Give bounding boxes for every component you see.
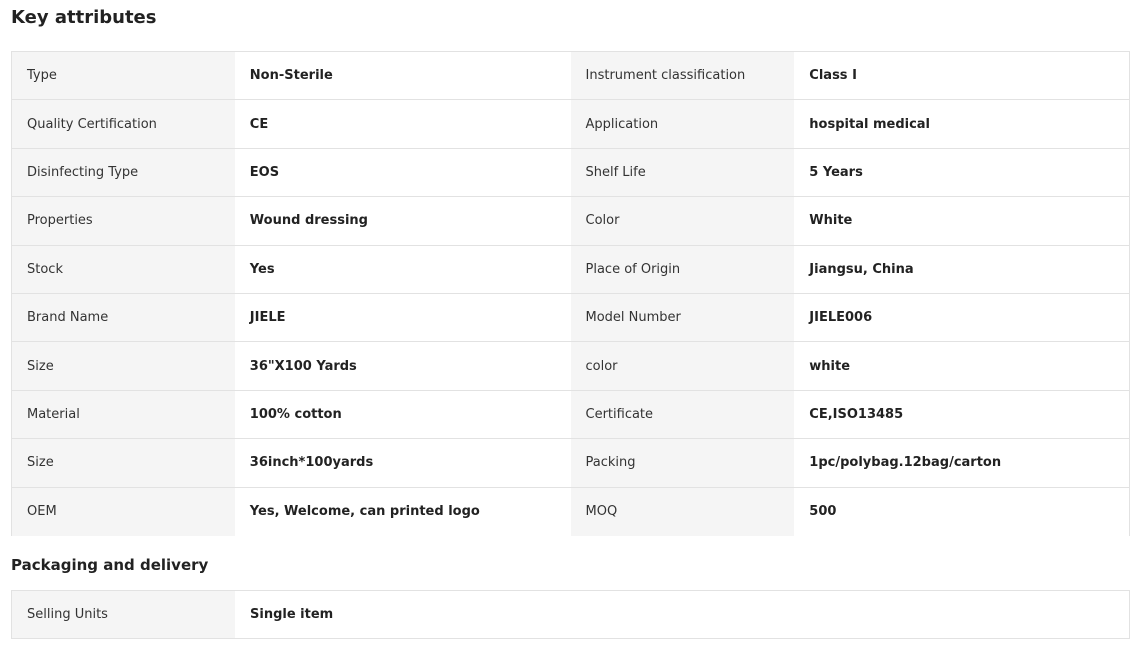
attribute-label: Properties (12, 197, 235, 245)
attribute-label: Disinfecting Type (12, 148, 235, 197)
attribute-value: JIELE (234, 293, 571, 342)
packaging-row: Selling Units Single item (12, 591, 1129, 638)
attribute-label: Packing (570, 439, 795, 487)
attribute-value: Non-Sterile (234, 52, 571, 100)
attribute-value: 500 (794, 487, 1129, 536)
attribute-value: Class I (794, 52, 1129, 100)
attribute-value: Jiangsu, China (794, 245, 1129, 293)
attribute-label: Size (12, 342, 235, 390)
attribute-value: EOS (234, 148, 571, 197)
attribute-row: Material 100% cotton Certificate CE,ISO1348… (12, 390, 1129, 440)
attribute-row: OEM Yes, Welcome, can printed logo MOQ 500 (12, 487, 1129, 536)
attribute-label: Model Number (570, 293, 795, 342)
attribute-value: Yes, Welcome, can printed logo (234, 487, 571, 536)
attribute-row: Stock Yes Place of Origin Jiangsu, China (12, 245, 1129, 294)
attribute-row: Brand Name JIELE Model Number JIELE006 (12, 293, 1129, 343)
packaging-label: Selling Units (12, 591, 235, 638)
key-attributes-title: Key attributes (11, 7, 157, 28)
attribute-label: color (570, 342, 795, 390)
attribute-value: 36inch*100yards (234, 439, 571, 487)
attribute-row: Properties Wound dressing Color White (12, 197, 1129, 246)
attribute-value: 100% cotton (234, 390, 571, 439)
attribute-label: Instrument classification (570, 52, 795, 100)
attribute-value: hospital medical (794, 100, 1129, 148)
product-attributes-page: Key attributes Type Non-Sterile Instrument… (0, 0, 1140, 652)
attribute-value: Wound dressing (234, 197, 571, 245)
attribute-row: Type Non-Sterile Instrument classification… (12, 52, 1129, 101)
packaging-table: Selling Units Single item (11, 590, 1130, 639)
attribute-value: 5 Years (794, 148, 1129, 197)
attribute-value: Yes (234, 245, 571, 293)
attribute-label: Size (12, 439, 235, 487)
attribute-value: CE (234, 100, 571, 148)
attribute-value: CE,ISO13485 (794, 390, 1129, 439)
attribute-value: JIELE006 (794, 293, 1129, 342)
attribute-value: White (794, 197, 1129, 245)
attribute-value: 1pc/polybag.12bag/carton (794, 439, 1129, 487)
attribute-row: Size 36inch*100yards Packing 1pc/polybag.12… (12, 439, 1129, 488)
attribute-label: Stock (12, 245, 235, 293)
attribute-label: Place of Origin (570, 245, 795, 293)
attribute-label: Quality Certification (12, 100, 235, 148)
attribute-row: Quality Certification CE Application hospit… (12, 100, 1129, 149)
attribute-label: OEM (12, 487, 235, 536)
packaging-delivery-title: Packaging and delivery (11, 556, 209, 574)
attribute-label: Brand Name (12, 293, 235, 342)
attribute-label: Certificate (570, 390, 795, 439)
attribute-value: 36"X100 Yards (234, 342, 571, 390)
attribute-label: MOQ (570, 487, 795, 536)
attribute-label: Application (570, 100, 795, 148)
attribute-row: Size 36"X100 Yards color white (12, 342, 1129, 391)
attribute-label: Type (12, 52, 235, 100)
attribute-row: Disinfecting Type EOS Shelf Life 5 Years (12, 148, 1129, 198)
key-attributes-table: Type Non-Sterile Instrument classification… (11, 51, 1130, 536)
attribute-label: Material (12, 390, 235, 439)
packaging-value: Single item (235, 591, 1129, 638)
attribute-label: Shelf Life (570, 148, 795, 197)
attribute-value: white (794, 342, 1129, 390)
attribute-label: Color (570, 197, 795, 245)
